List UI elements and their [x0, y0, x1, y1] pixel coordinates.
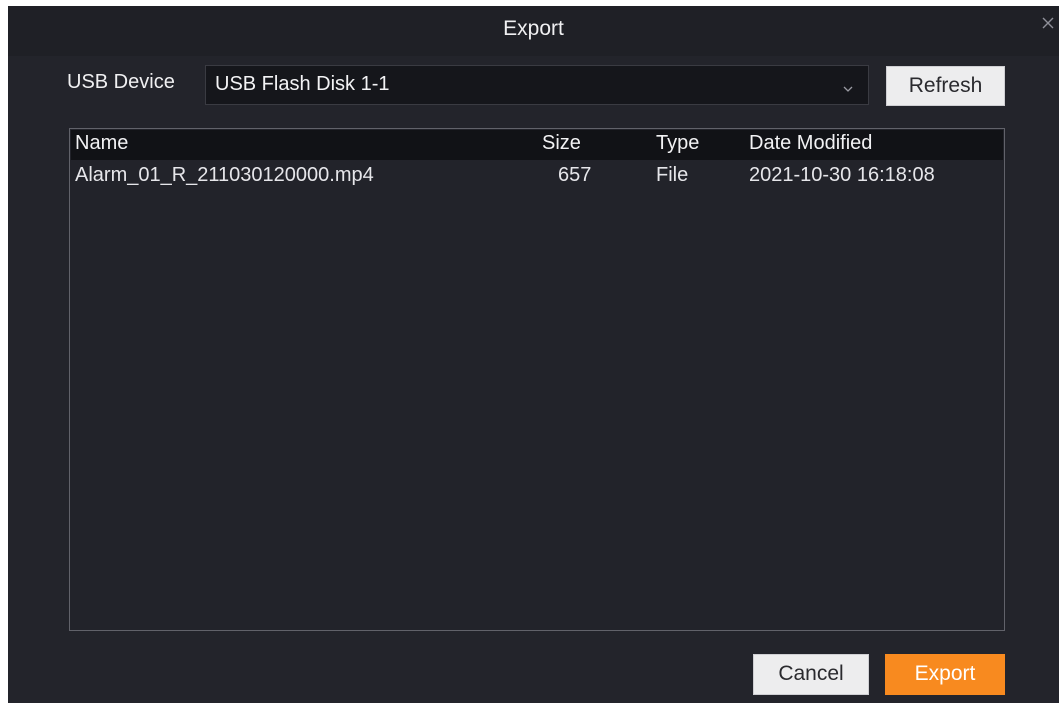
column-header-size[interactable]: Size: [542, 132, 581, 155]
file-list: Name Size Type Date Modified Alarm_01_R_…: [69, 128, 1005, 631]
file-type: File: [656, 164, 689, 186]
column-header-date-modified[interactable]: Date Modified: [749, 132, 872, 155]
refresh-button[interactable]: Refresh: [886, 66, 1005, 106]
cancel-button[interactable]: Cancel: [753, 654, 869, 695]
column-header-type[interactable]: Type: [656, 132, 699, 155]
dialog-titlebar: Export: [8, 6, 1059, 56]
export-button[interactable]: Export: [885, 654, 1005, 695]
file-size: 657: [558, 164, 592, 186]
table-header: Name Size Type Date Modified: [71, 130, 1003, 160]
chevron-down-icon: [842, 81, 854, 92]
close-icon[interactable]: [1039, 14, 1057, 32]
export-dialog: Export USB Device USB Flash Disk 1-1 Ref…: [8, 6, 1059, 703]
dialog-title: Export: [503, 17, 564, 40]
file-name: Alarm_01_R_211030120000.mp4: [75, 164, 374, 186]
usb-device-selected-value: USB Flash Disk 1-1: [215, 73, 390, 95]
usb-device-label: USB Device: [67, 71, 175, 93]
file-date-modified: 2021-10-30 16:18:08: [749, 164, 935, 186]
usb-device-select[interactable]: USB Flash Disk 1-1: [205, 65, 869, 105]
table-row[interactable]: Alarm_01_R_211030120000.mp4 657 File 202…: [71, 160, 1003, 190]
column-header-name[interactable]: Name: [75, 132, 128, 155]
